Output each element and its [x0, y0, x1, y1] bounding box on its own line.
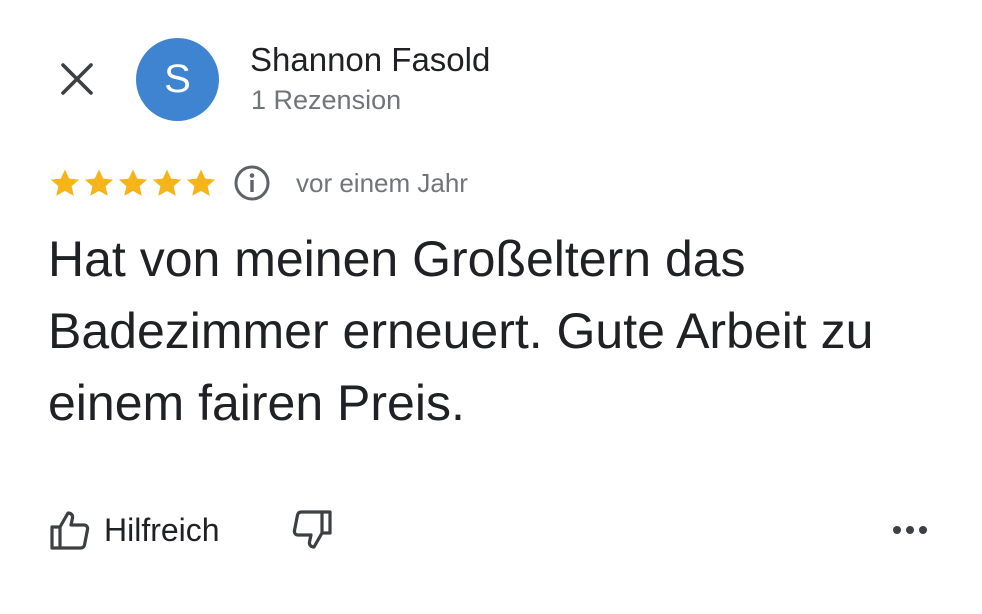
review-actions: Hilfreich — [48, 505, 334, 555]
helpful-label: Hilfreich — [104, 512, 220, 548]
review-time: vor einem Jahr — [296, 168, 468, 198]
review-text: Hat von meinen Großeltern das Badezimmer… — [48, 231, 874, 431]
more-horizontal-icon — [893, 526, 927, 534]
helpful-button[interactable]: Hilfreich — [48, 508, 220, 552]
review-card: S Shannon Fasold 1 Rezension vor einem J… — [0, 0, 982, 614]
star-icon — [152, 169, 182, 196]
not-helpful-button[interactable] — [290, 508, 334, 552]
author-name[interactable]: Shannon Fasold — [250, 40, 490, 80]
thumbs-up-icon — [50, 511, 90, 550]
thumbs-down-icon — [292, 510, 332, 549]
avatar[interactable]: S — [136, 38, 219, 121]
star-icon — [50, 169, 80, 196]
info-icon — [234, 165, 270, 201]
avatar-letter: S — [164, 57, 191, 101]
star-icon — [186, 169, 216, 196]
close-button[interactable] — [50, 52, 104, 106]
star-icon — [84, 169, 114, 196]
review-count: 1 Rezension — [251, 85, 402, 115]
star-rating — [49, 168, 217, 198]
info-button[interactable] — [233, 164, 271, 202]
rating-row: vor einem Jahr — [49, 160, 468, 206]
star-icon — [118, 169, 148, 196]
close-icon — [61, 63, 93, 95]
more-options-button[interactable] — [886, 512, 934, 548]
